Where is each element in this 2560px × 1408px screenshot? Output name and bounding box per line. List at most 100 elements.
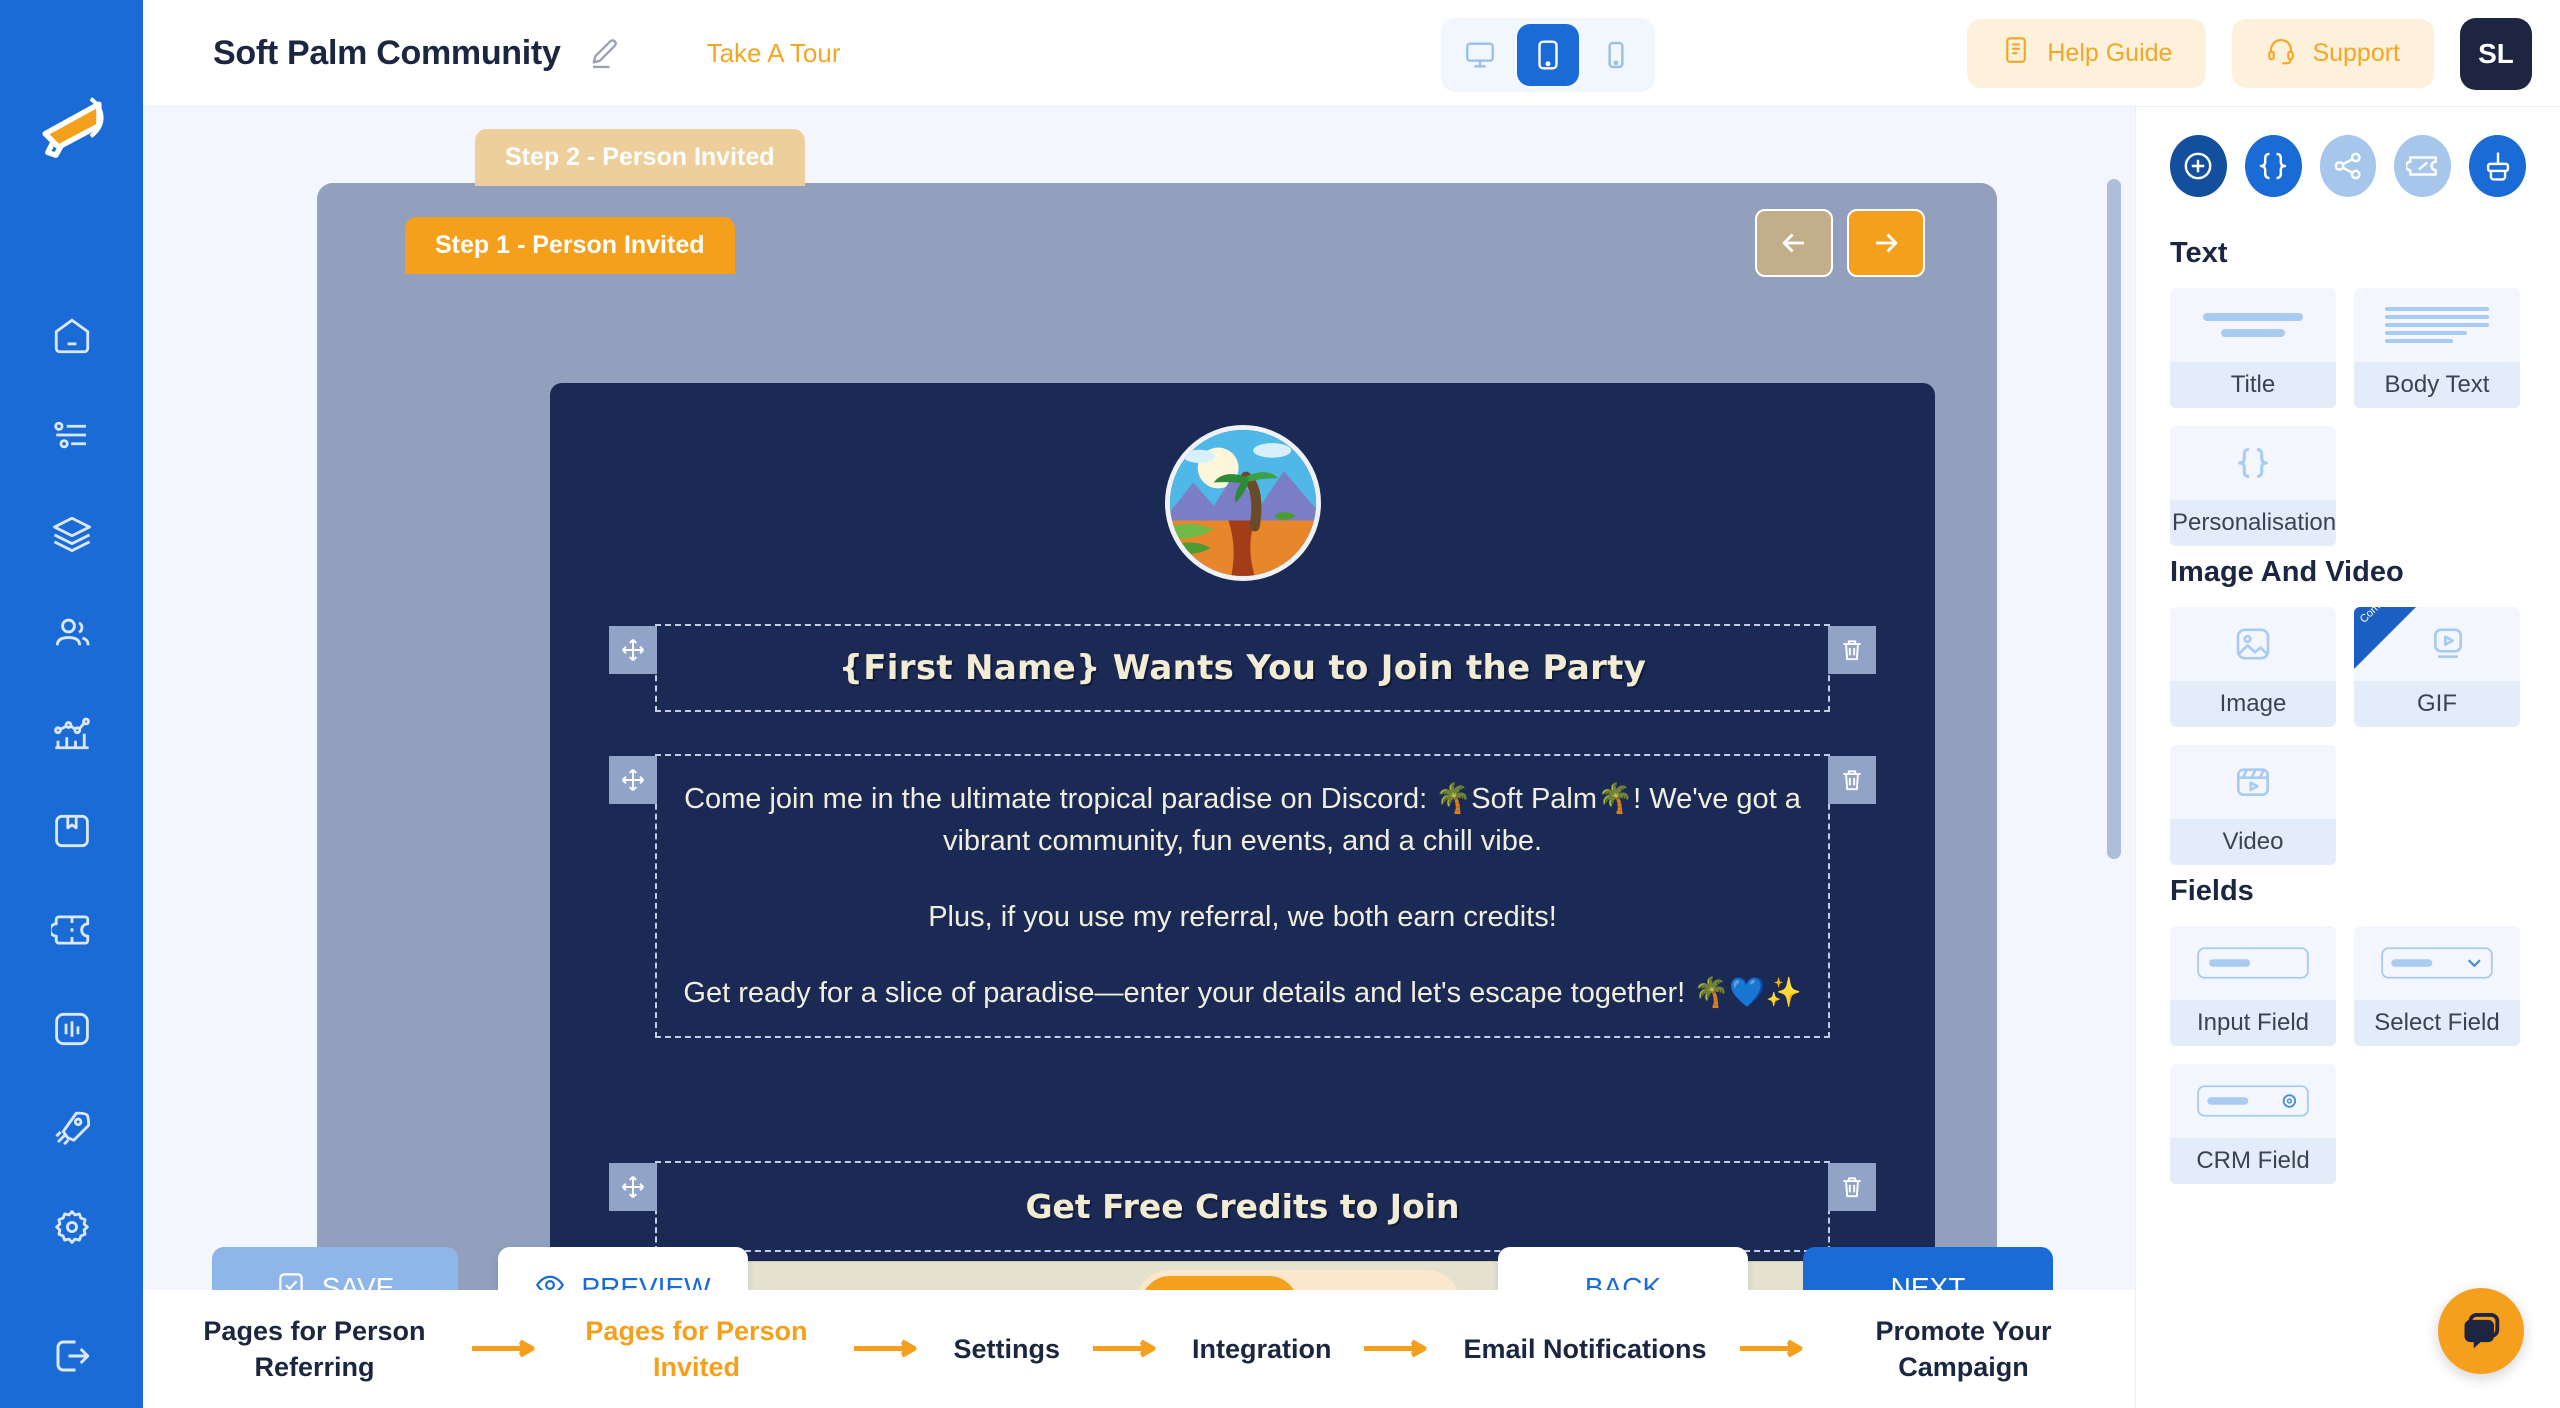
step-toggle-step1[interactable]: Step 1 bbox=[1141, 1276, 1298, 1290]
device-mobile-button[interactable] bbox=[1585, 24, 1647, 86]
headline-block: {First Name} Wants You to Join the Party bbox=[609, 624, 1876, 712]
select-art-icon bbox=[2354, 926, 2520, 1000]
save-icon bbox=[276, 1270, 306, 1290]
arrow-right-icon bbox=[851, 1338, 923, 1360]
back-button[interactable]: BACK bbox=[1498, 1247, 1748, 1290]
delete-block-icon[interactable] bbox=[1828, 626, 1876, 674]
step1-tab-chip[interactable]: Step 1 - Person Invited bbox=[405, 217, 735, 274]
component-card-label: Select Field bbox=[2354, 1000, 2520, 1046]
title-art-icon bbox=[2170, 288, 2336, 362]
breadcrumb: Pages for Person Referring Pages for Per… bbox=[143, 1290, 2135, 1408]
drag-handle-icon[interactable] bbox=[609, 1163, 657, 1211]
take-a-tour-link[interactable]: Take A Tour bbox=[707, 38, 841, 69]
sidebar-item-audience[interactable] bbox=[23, 583, 121, 682]
next-label: NEXT bbox=[1890, 1272, 1966, 1290]
component-card-body-text[interactable]: Body Text bbox=[2354, 288, 2520, 408]
body-text: Come join me in the ultimate tropical pa… bbox=[657, 756, 1828, 1036]
section-title-text: Text bbox=[2170, 237, 2228, 269]
breadcrumb-item[interactable]: Promote Your Campaign bbox=[1839, 1313, 2089, 1386]
breadcrumb-item[interactable]: Pages for Person Invited bbox=[571, 1313, 821, 1386]
component-card-label: Personalisation bbox=[2170, 500, 2336, 546]
sidebar-item-pages[interactable] bbox=[23, 484, 121, 583]
sidebar-item-campaigns[interactable] bbox=[23, 385, 121, 484]
section-title-fields: Fields bbox=[2170, 875, 2254, 907]
component-card-label: Input Field bbox=[2170, 1000, 2336, 1046]
body-edit-box[interactable]: Come join me in the ultimate tropical pa… bbox=[609, 754, 1876, 1039]
component-card-video[interactable]: Video bbox=[2170, 745, 2336, 865]
body-paragraph: Get ready for a slice of paradise—enter … bbox=[683, 977, 1802, 1010]
brush-icon[interactable] bbox=[2469, 135, 2526, 197]
panel-action-circles bbox=[2170, 135, 2526, 197]
component-card-gif[interactable]: Coming soon GIF bbox=[2354, 607, 2520, 727]
image-art-icon bbox=[2170, 607, 2336, 681]
component-card-select-field[interactable]: Select Field bbox=[2354, 926, 2520, 1046]
guide-icon bbox=[2001, 35, 2031, 72]
body-art-icon bbox=[2354, 288, 2520, 362]
component-card-input-field[interactable]: Input Field bbox=[2170, 926, 2336, 1046]
breadcrumb-item[interactable]: Pages for Person Referring bbox=[189, 1313, 439, 1386]
component-card-title[interactable]: Title bbox=[2170, 288, 2336, 408]
left-sidebar bbox=[0, 0, 143, 1408]
component-card-label: Image bbox=[2170, 681, 2336, 727]
step-toggle-step2[interactable]: Step 2 bbox=[1298, 1276, 1455, 1290]
sidebar-item-reports[interactable] bbox=[23, 979, 121, 1078]
plus-circle-icon[interactable] bbox=[2170, 135, 2227, 197]
headline-text: {First Name} Wants You to Join the Party bbox=[838, 648, 1647, 688]
breadcrumb-item[interactable]: Integration bbox=[1192, 1331, 1332, 1367]
cta-block: Get Free Credits to Join bbox=[609, 1161, 1876, 1252]
next-step-button[interactable] bbox=[1847, 209, 1925, 277]
coming-soon-ribbon: Coming soon bbox=[2354, 607, 2428, 681]
drag-handle-icon[interactable] bbox=[609, 756, 657, 804]
device-desktop-button[interactable] bbox=[1449, 24, 1511, 86]
sidebar-item-rewards[interactable] bbox=[23, 781, 121, 880]
device-tablet-button[interactable] bbox=[1517, 24, 1579, 86]
sidebar-item-settings[interactable] bbox=[23, 1177, 121, 1276]
delete-block-icon[interactable] bbox=[1828, 1163, 1876, 1211]
megaphone-logo[interactable] bbox=[29, 88, 115, 174]
video-art-icon bbox=[2170, 745, 2336, 819]
coupon-icon[interactable] bbox=[2394, 135, 2452, 197]
step2-tab-chip[interactable]: Step 2 - Person Invited bbox=[475, 129, 805, 186]
sidebar-item-coupons[interactable] bbox=[23, 880, 121, 979]
preview-label: PREVIEW bbox=[581, 1272, 711, 1290]
edit-pencil-icon[interactable] bbox=[587, 35, 623, 71]
delete-block-icon[interactable] bbox=[1828, 756, 1876, 804]
prev-step-button[interactable] bbox=[1755, 209, 1833, 277]
component-card-personalisation[interactable]: Personalisation bbox=[2170, 426, 2336, 546]
support-button[interactable]: Support bbox=[2232, 19, 2434, 88]
section-title-image-video: Image And Video bbox=[2170, 556, 2404, 588]
input-art-icon bbox=[2170, 926, 2336, 1000]
canvas-scrollbar[interactable] bbox=[2107, 179, 2121, 859]
braces-icon[interactable] bbox=[2244, 135, 2302, 197]
component-card-crm-field[interactable]: CRM Field bbox=[2170, 1064, 2336, 1184]
sidebar-item-logout[interactable] bbox=[0, 1308, 143, 1404]
sidebar-item-analytics[interactable] bbox=[23, 682, 121, 781]
breadcrumb-item[interactable]: Settings bbox=[953, 1331, 1060, 1367]
sidebar-item-home[interactable] bbox=[23, 286, 121, 385]
help-guide-button[interactable]: Help Guide bbox=[1967, 19, 2207, 88]
component-card-image[interactable]: Image bbox=[2170, 607, 2336, 727]
cta-edit-box[interactable]: Get Free Credits to Join bbox=[609, 1161, 1876, 1252]
headline-edit-box[interactable]: {First Name} Wants You to Join the Party bbox=[609, 624, 1876, 712]
component-card-label: Title bbox=[2170, 362, 2336, 408]
preview-button[interactable]: PREVIEW bbox=[498, 1247, 748, 1290]
component-card-label: CRM Field bbox=[2170, 1138, 2336, 1184]
page-title: Soft Palm Community bbox=[213, 33, 561, 72]
arrow-right-icon bbox=[1361, 1338, 1433, 1360]
save-button[interactable]: SAVE bbox=[212, 1247, 458, 1290]
editor-canvas: Step 2 - Person Invited Step 1 - Person … bbox=[143, 107, 2135, 1290]
body-block: Come join me in the ultimate tropical pa… bbox=[609, 754, 1876, 1039]
share-icon[interactable] bbox=[2319, 135, 2377, 197]
drag-handle-icon[interactable] bbox=[609, 626, 657, 674]
chat-icon[interactable] bbox=[2438, 1288, 2524, 1374]
fields-card-grid: Input Field Select Field CRM Field bbox=[2170, 926, 2526, 1184]
avatar[interactable]: SL bbox=[2460, 17, 2532, 90]
text-card-grid: Title Body Text Personalisation bbox=[2170, 288, 2526, 546]
next-button[interactable]: NEXT bbox=[1803, 1247, 2053, 1290]
breadcrumb-item[interactable]: Email Notifications bbox=[1463, 1331, 1706, 1367]
device-toggle bbox=[1441, 18, 1655, 92]
eye-icon bbox=[535, 1270, 565, 1290]
media-card-grid: Image Coming soon GIF bbox=[2170, 607, 2526, 865]
tropical-island-logo bbox=[1164, 425, 1321, 581]
sidebar-item-launch[interactable] bbox=[23, 1078, 121, 1177]
